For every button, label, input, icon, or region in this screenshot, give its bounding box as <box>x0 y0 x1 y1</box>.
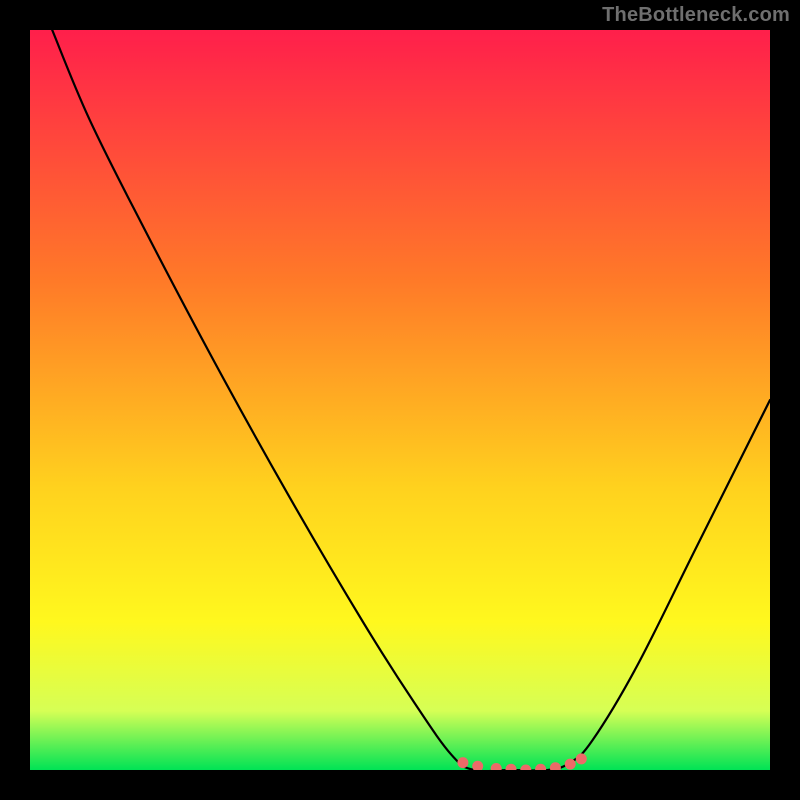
heat-gradient-bg <box>30 30 770 770</box>
range-marker <box>576 753 587 764</box>
chart-container: TheBottleneck.com <box>0 0 800 800</box>
range-marker <box>565 759 576 770</box>
watermark-text: TheBottleneck.com <box>602 4 790 27</box>
bottleneck-curve-chart <box>30 30 770 770</box>
range-marker <box>457 757 468 768</box>
